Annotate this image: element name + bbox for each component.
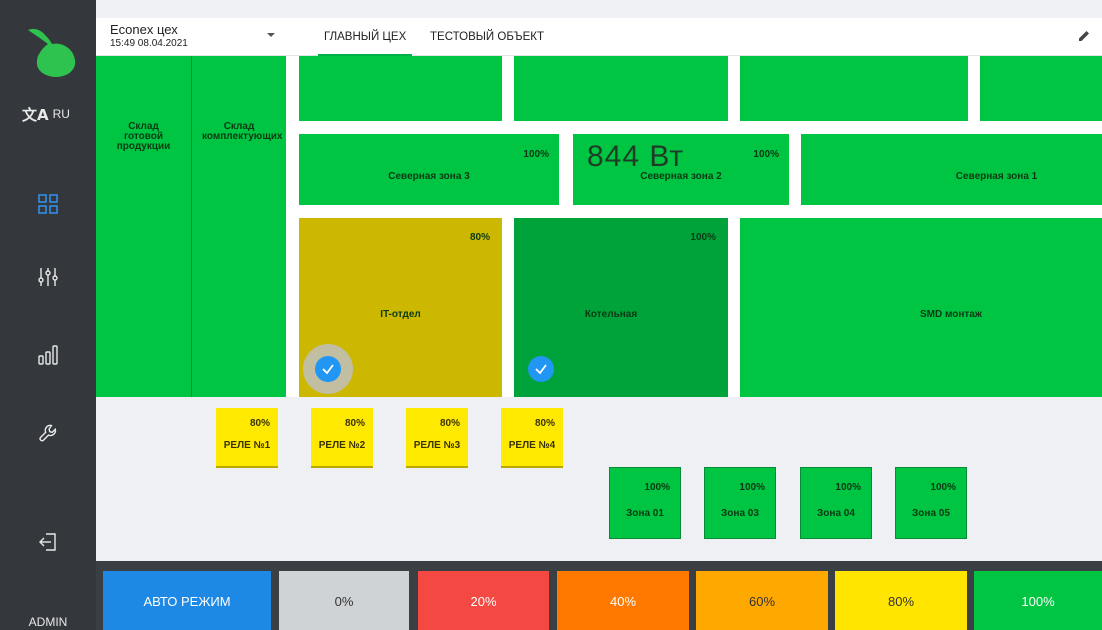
relay-percent: 80% [439, 418, 460, 429]
zone-boiler-room[interactable]: 100% Котельная [514, 218, 728, 397]
tab-test-object[interactable]: ТЕСТОВЫЙ ОБЪЕКТ [430, 18, 544, 56]
relay-percent: 80% [249, 418, 270, 429]
zone-label: Зона 04 [817, 508, 855, 519]
mode-20-button[interactable]: 20% [418, 571, 549, 630]
app-window: 文A RU ADMIN Econex цех 15:49 08.04.2021 [0, 0, 1102, 630]
relay-1[interactable]: 80% РЕЛЕ №1 [216, 408, 278, 468]
power-reading: 844 Вт [587, 140, 685, 173]
relay-3[interactable]: 80% РЕЛЕ №3 [406, 408, 468, 468]
zone-top-strip-3[interactable] [740, 56, 968, 121]
zone-percent: 100% [690, 232, 716, 243]
zone-label: SMD монтаж [920, 309, 982, 320]
check-icon[interactable] [528, 356, 554, 382]
zone-label: Зона 01 [626, 508, 664, 519]
logout-icon[interactable] [36, 530, 60, 554]
check-icon[interactable] [315, 356, 341, 382]
mode-40-button[interactable]: 40% [557, 571, 689, 630]
floor-plan: Склад готовой продукции Склад комплектую… [96, 56, 1102, 397]
zone-04[interactable]: 100% Зона 04 [800, 467, 872, 539]
zone-it-department[interactable]: 80% IT-отдел [299, 218, 502, 397]
zone-label: Котельная [584, 309, 638, 320]
organization-selector[interactable]: Econex цех 15:49 08.04.2021 [110, 22, 188, 50]
zone-label: Зона 03 [721, 508, 759, 519]
language-code: RU [52, 107, 70, 121]
zone-label: Склад комплектующих [202, 121, 283, 142]
zone-top-strip-1[interactable] [299, 56, 502, 121]
tab-main-workshop[interactable]: ГЛАВНЫЙ ЦЕХ [318, 18, 413, 56]
bar-chart-icon[interactable] [36, 343, 60, 367]
auto-mode-button[interactable]: АВТО РЕЖИМ [103, 571, 271, 630]
zone-label: Зона 05 [912, 508, 950, 519]
sidebar: 文A RU ADMIN [0, 0, 96, 630]
relay-4[interactable]: 80% РЕЛЕ №4 [501, 408, 563, 468]
zone-percent: 100% [930, 482, 956, 493]
relay-label: РЕЛЕ №1 [223, 440, 271, 451]
zone-percent: 100% [739, 482, 765, 493]
mode-60-button[interactable]: 60% [696, 571, 828, 630]
dashboard-grid-icon[interactable] [36, 192, 60, 216]
zone-components-warehouse[interactable]: Склад комплектующих [192, 56, 286, 397]
edit-pencil-icon[interactable] [1076, 28, 1092, 44]
zone-03[interactable]: 100% Зона 03 [704, 467, 776, 539]
mode-bar: АВТО РЕЖИМ 0% 20% 40% 60% 80% 100% [96, 561, 1102, 630]
current-user: ADMIN [28, 615, 68, 629]
zone-percent: 100% [835, 482, 861, 493]
translate-icon: 文A [22, 105, 49, 124]
zone-label: Северная зона 2 [640, 171, 722, 182]
language-switch[interactable]: 文A RU [22, 102, 70, 126]
zone-top-strip-2[interactable] [514, 56, 728, 121]
zone-north-1[interactable]: Северная зона 1 [801, 134, 1102, 205]
mode-0-button[interactable]: 0% [279, 571, 409, 630]
relay-percent: 80% [534, 418, 555, 429]
sliders-icon[interactable] [36, 265, 60, 289]
zone-label: Северная зона 3 [388, 171, 470, 182]
zone-label: Северная зона 1 [955, 171, 1038, 182]
zone-percent: 100% [753, 149, 779, 160]
current-datetime: 15:49 08.04.2021 [110, 38, 188, 49]
zone-label: Склад готовой продукции [116, 121, 171, 152]
zone-percent: 100% [644, 482, 670, 493]
zone-top-strip-4[interactable] [980, 56, 1102, 121]
zone-north-3[interactable]: 100% Северная зона 3 [299, 134, 559, 205]
wrench-icon[interactable] [36, 421, 60, 445]
relay-label: РЕЛЕ №4 [508, 440, 556, 451]
organization-name: Econex цех [110, 22, 178, 37]
relay-percent: 80% [344, 418, 365, 429]
zone-smd-assembly[interactable]: SMD монтаж [740, 218, 1102, 397]
pear-logo-icon [28, 28, 76, 77]
chevron-down-icon[interactable] [266, 30, 276, 40]
mode-80-button[interactable]: 80% [835, 571, 967, 630]
relay-label: РЕЛЕ №3 [413, 440, 461, 451]
zone-label: IT-отдел [380, 309, 421, 320]
zone-finished-goods-warehouse[interactable]: Склад готовой продукции [96, 56, 191, 397]
top-bar: Econex цех 15:49 08.04.2021 ГЛАВНЫЙ ЦЕХ … [96, 18, 1102, 56]
zone-percent: 100% [523, 149, 549, 160]
zone-north-2[interactable]: 844 Вт 100% Северная зона 2 [573, 134, 789, 205]
relay-label: РЕЛЕ №2 [318, 440, 366, 451]
zone-percent: 80% [469, 232, 490, 243]
zone-05[interactable]: 100% Зона 05 [895, 467, 967, 539]
relay-2[interactable]: 80% РЕЛЕ №2 [311, 408, 373, 468]
mode-100-button[interactable]: 100% [974, 571, 1102, 630]
zone-01[interactable]: 100% Зона 01 [609, 467, 681, 539]
